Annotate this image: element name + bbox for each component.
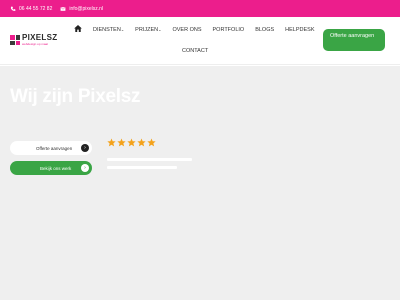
logo-tagline: webdesign op maat xyxy=(22,42,49,46)
phone-icon xyxy=(10,6,16,11)
site-logo[interactable]: PIXELSZ webdesign op maat xyxy=(10,34,57,46)
nav-over-ons[interactable]: Over ons xyxy=(172,27,201,33)
chevron-down-icon: ⌄ xyxy=(120,26,125,32)
nav-home[interactable] xyxy=(74,25,82,34)
logo-name: PIXELSZ xyxy=(22,33,58,42)
phone-link[interactable]: 06 44 55 72 82 xyxy=(10,6,52,12)
star-icon xyxy=(147,138,156,147)
arrow-right-icon: › xyxy=(81,164,89,172)
nav-prijzen-label: Prijzen xyxy=(135,26,159,33)
mail-icon xyxy=(60,6,66,11)
review-text xyxy=(107,158,192,174)
star-icon xyxy=(117,138,126,147)
phone-number: 06 44 55 72 82 xyxy=(19,5,53,12)
nav-contact[interactable]: Contact xyxy=(182,48,208,54)
top-contact-bar: 06 44 55 72 82 info@pixelsz.nl xyxy=(0,0,400,17)
logo-mark-icon xyxy=(10,35,20,45)
hero-werk-label: Bekijk ons werk xyxy=(40,165,72,171)
rating-stars xyxy=(107,138,157,147)
nav-portfolio[interactable]: Portfolio xyxy=(213,27,245,33)
main-navigation: Diensten⌄ Prijzen⌄ Over ons Portfolio Bl… xyxy=(74,25,326,34)
star-icon xyxy=(107,138,116,147)
star-icon xyxy=(137,138,146,147)
email-link[interactable]: info@pixelsz.nl xyxy=(60,6,103,12)
hero-werk-button[interactable]: Bekijk ons werk › xyxy=(10,161,92,175)
nav-diensten-label: Diensten xyxy=(93,26,121,33)
home-icon xyxy=(74,25,82,32)
nav-diensten[interactable]: Diensten⌄ xyxy=(93,27,124,33)
hero-title: Wij zijn Pixelsz xyxy=(10,86,141,107)
hero-offerte-button[interactable]: Offerte aanvragen › xyxy=(10,141,92,155)
star-icon xyxy=(127,138,136,147)
email-address: info@pixelsz.nl xyxy=(69,5,104,12)
chevron-down-icon: ⌄ xyxy=(158,26,162,32)
arrow-right-icon: › xyxy=(81,144,89,152)
offerte-aanvragen-button[interactable]: Offerte aanvragen xyxy=(323,29,385,51)
nav-blogs[interactable]: Blogs xyxy=(255,27,274,33)
nav-prijzen[interactable]: Prijzen⌄ xyxy=(135,27,161,33)
nav-helpdesk[interactable]: Helpdesk xyxy=(285,27,314,33)
hero-offerte-label: Offerte aanvragen xyxy=(36,145,73,151)
